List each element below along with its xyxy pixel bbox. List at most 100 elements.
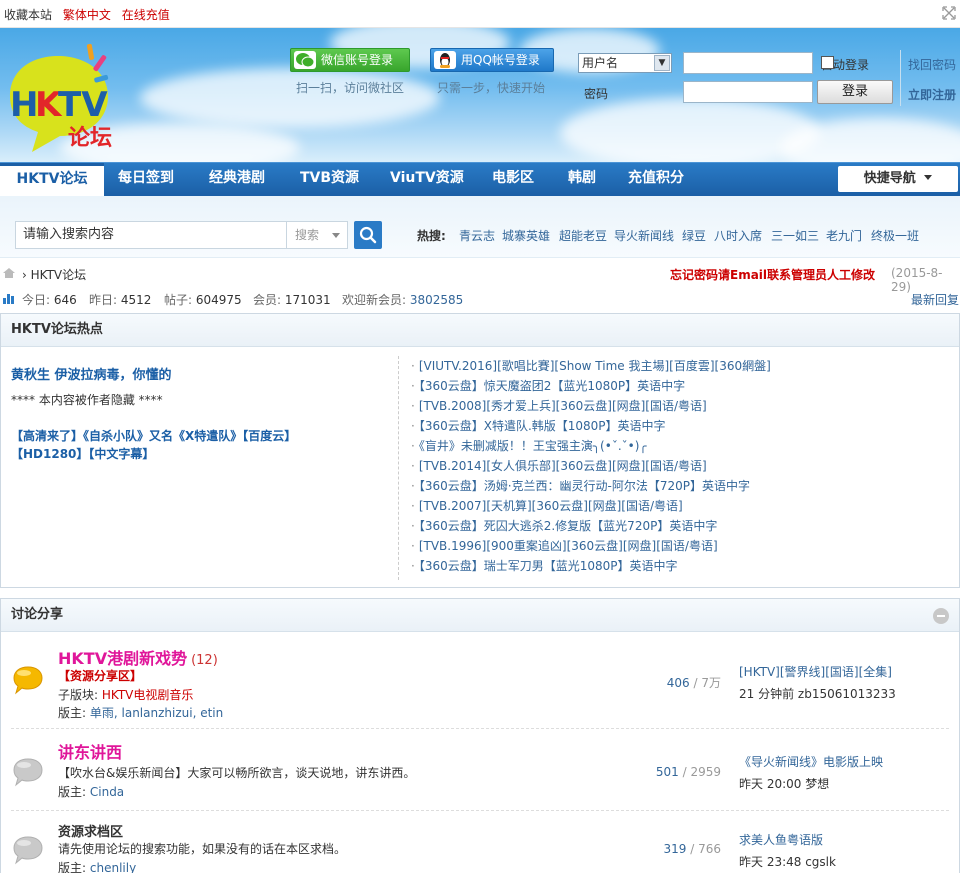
quick-nav-button[interactable]: 快捷导航 — [838, 166, 958, 192]
login-type-value: 用户名 — [582, 56, 619, 70]
hot-tag[interactable]: 超能老豆 — [559, 227, 607, 244]
nav-item-daily-checkin[interactable]: 每日签到 — [118, 163, 174, 196]
password-notice[interactable]: 忘记密码请Email联系管理员人工修改 — [670, 266, 875, 283]
auto-login-checkbox[interactable]: 自动登录 — [821, 56, 869, 73]
hot-tag[interactable]: 青云志 — [459, 227, 495, 244]
forum-name-link[interactable]: HKTV港剧新戏势 (12) — [58, 645, 218, 669]
hot-tag[interactable]: 城寨英雄 — [502, 227, 550, 244]
forum-description: 【吹水台&娱乐新闻台】大家可以畅所欲言，谈天说地，讲东讲西。 — [58, 766, 416, 780]
search-input[interactable]: 请输入搜索内容 — [15, 221, 287, 249]
hktv-logo[interactable]: H K TV 论坛 — [2, 42, 117, 154]
forum-name[interactable]: 资源求档区 — [58, 821, 123, 840]
hot-topic-item[interactable]: 【360云盘】死囚大逃杀2.修复版【蓝光720P】英语中字 — [411, 516, 771, 536]
login-type-select[interactable]: 用户名 ▼ — [578, 53, 672, 73]
featured-subtopic-line2[interactable]: 【HD1280】【中文字幕】 — [11, 445, 391, 463]
checkbox-icon[interactable] — [821, 56, 834, 69]
hot-topic-item[interactable]: 【360云盘】汤姆·克兰西：幽灵行动-阿尔法【720P】英语中字 — [411, 476, 771, 496]
last-post-meta[interactable]: 21 分钟前 zb15061013233 — [739, 685, 896, 702]
home-icon[interactable] — [2, 267, 16, 279]
hot-topic-item[interactable]: [TVB.2008][秀才爱上兵][360云盘][网盘][国语/粤语] — [411, 396, 771, 416]
nav-item-recharge-points[interactable]: 充值积分 — [628, 163, 684, 196]
hot-topic-item[interactable]: 《盲井》未删减版！！王宝强主演╮(•ˇ.ˇ•)╭ — [411, 436, 771, 456]
forum-bubble-icon — [11, 757, 45, 787]
hot-tag[interactable]: 三一如三 — [771, 227, 819, 244]
wechat-subtext[interactable]: 扫一扫，访问微社区 — [296, 79, 404, 96]
password-field[interactable] — [683, 81, 813, 103]
hot-topic-item[interactable]: 【360云盘】惊天魔盗团2【蓝光1080P】英语中字 — [411, 376, 771, 396]
nav-item-hktv-forum[interactable]: HKTV论坛 — [0, 163, 104, 196]
qq-subtext: 只需一步，快速开始 — [437, 81, 546, 95]
stat-posts-label: 帖子: — [164, 293, 193, 307]
nav-item-viutv-resources[interactable]: ViuTV资源 — [390, 163, 464, 196]
thread-count: 406 — [666, 676, 690, 690]
hot-tag[interactable]: 老九门 — [826, 227, 862, 244]
newest-member-link[interactable]: 3802585 — [410, 293, 463, 307]
nav-item-tvb-resources[interactable]: TVB资源 — [300, 163, 359, 196]
forum-stats: 今日: 646 昨日: 4512 帖子: 604975 会员: 171031 欢… — [0, 288, 960, 310]
expand-icon[interactable] — [942, 6, 956, 20]
login-button[interactable]: 登录 — [817, 80, 893, 104]
wechat-login-button[interactable]: 微信账号登录 — [290, 48, 410, 72]
last-post: [HKTV][警界线][国语][全集] 21 分钟前 zb15061013233 — [739, 663, 896, 702]
username-field[interactable] — [683, 52, 813, 74]
hot-topic-list: [VIUTV.2016][歌唱比賽][Show Time 我主場][百度雲][3… — [411, 356, 771, 576]
hot-tag[interactable]: 八时入席 — [714, 227, 762, 244]
latest-reply-link[interactable]: 最新回复 — [911, 291, 959, 308]
hot-topic-item[interactable]: [TVB.2014][女人俱乐部][360云盘][网盘][国语/粤语] — [411, 456, 771, 476]
stat-yesterday-value: 4512 — [120, 293, 152, 307]
register-link[interactable]: 立即注册 — [908, 86, 956, 103]
featured-subtopic-line1[interactable]: 【高清来了】《自杀小队》又名《X特遣队》【百度云】 — [11, 427, 391, 445]
wechat-icon — [294, 51, 316, 69]
forum-stats: 319 / 766 — [631, 842, 722, 856]
header: H K TV 论坛 微信账号登录 扫一扫，访问微社区 用QQ帐号登录 只需一步，… — [0, 28, 960, 162]
forum-name[interactable]: HKTV港剧新戏势 — [58, 649, 187, 668]
search-type-value: 搜索 — [295, 228, 320, 242]
forgot-password-link[interactable]: 找回密码 — [908, 56, 956, 73]
last-post-title[interactable]: [HKTV][警界线][国语][全集] — [739, 663, 896, 680]
moderator-links[interactable]: 单雨, lanlanzhizui, etin — [90, 706, 223, 720]
collapse-icon[interactable] — [933, 608, 949, 624]
featured-topic-title[interactable]: 黄秋生 伊波拉病毒，你懂的 — [11, 364, 391, 383]
hot-tag[interactable]: 导火新闻线 — [614, 227, 674, 244]
last-post-title[interactable]: 《导火新闻线》电影版上映 — [739, 753, 883, 770]
traditional-chinese-link[interactable]: 繁体中文 — [63, 8, 111, 22]
nav-item-korean-drama[interactable]: 韩剧 — [568, 163, 596, 196]
last-post-meta[interactable]: 昨天 23:48 cgslk — [739, 853, 836, 870]
favorite-link[interactable]: 收藏本站 — [4, 8, 52, 22]
search-button[interactable] — [354, 221, 382, 249]
hot-topic-item[interactable]: [TVB.2007][天机算][360云盘][网盘][国语/粤语] — [411, 496, 771, 516]
quick-nav-label: 快捷导航 — [863, 171, 916, 186]
hot-topic-item[interactable]: 【360云盘】瑞士军刀男【蓝光1080P】英语中字 — [411, 556, 771, 576]
forum-row: 讲东讲西 【吹水台&娱乐新闻台】大家可以畅所欲言，谈天说地，讲东讲西。 版主: … — [1, 729, 959, 811]
hot-topics-heading: HKTV论坛热点 — [1, 314, 959, 347]
forum-name[interactable]: 讲东讲西 — [58, 739, 122, 763]
nav-item-movies[interactable]: 电影区 — [492, 163, 534, 196]
breadcrumb-current[interactable]: › HKTV论坛 — [22, 266, 86, 283]
forum-description: 请先使用论坛的搜索功能，如果没有的话在本区求档。 — [58, 842, 347, 856]
last-post-meta[interactable]: 昨天 20:00 梦想 — [739, 775, 883, 792]
stat-members-label: 会员: — [253, 293, 282, 307]
hot-topic-item[interactable]: [TVB.1996][900重案追凶][360云盘][网盘][国语/粤语] — [411, 536, 771, 556]
moderator-line: 版主: chenlily — [58, 859, 136, 873]
hot-topic-item[interactable]: 【360云盘】X特遣队.韩版【1080P】英语中字 — [411, 416, 771, 436]
online-recharge-link[interactable]: 在线充值 — [122, 8, 170, 22]
hidden-content-note: **** 本内容被作者隐藏 **** — [11, 393, 163, 407]
moderator-links[interactable]: chenlily — [90, 861, 136, 873]
moderator-links[interactable]: Cinda — [90, 785, 124, 799]
hot-tag[interactable]: 绿豆 — [682, 227, 706, 244]
qq-login-button[interactable]: 用QQ帐号登录 — [430, 48, 554, 72]
stat-members-value: 171031 — [284, 293, 331, 307]
logo-subtitle: 论坛 — [68, 126, 113, 151]
featured-subtopic[interactable]: 【高清来了】《自杀小队》又名《X特遣队》【百度云】 【HD1280】【中文字幕】 — [11, 427, 391, 463]
last-post-title[interactable]: 求美人鱼粤语版 — [739, 831, 836, 848]
moderator-line: 版主: 单雨, lanlanzhizui, etin — [58, 704, 223, 721]
discussion-heading: 讨论分享 — [1, 599, 959, 632]
discussion-panel: 讨论分享 HKTV港剧新戏势 (12) 【资源分享区】 子版块: HKTV电视剧音… — [0, 598, 960, 873]
search-type-select[interactable]: 搜索 — [286, 221, 348, 249]
nav-item-classic-hk-drama[interactable]: 经典港剧 — [209, 163, 265, 196]
caret-down-icon — [924, 175, 933, 180]
subforum-link[interactable]: HKTV电视剧音乐 — [102, 688, 194, 702]
post-count: / 766 — [690, 842, 721, 856]
hot-tag[interactable]: 终极一班 — [871, 227, 919, 244]
hot-topic-item[interactable]: [VIUTV.2016][歌唱比賽][Show Time 我主場][百度雲][3… — [411, 356, 771, 376]
